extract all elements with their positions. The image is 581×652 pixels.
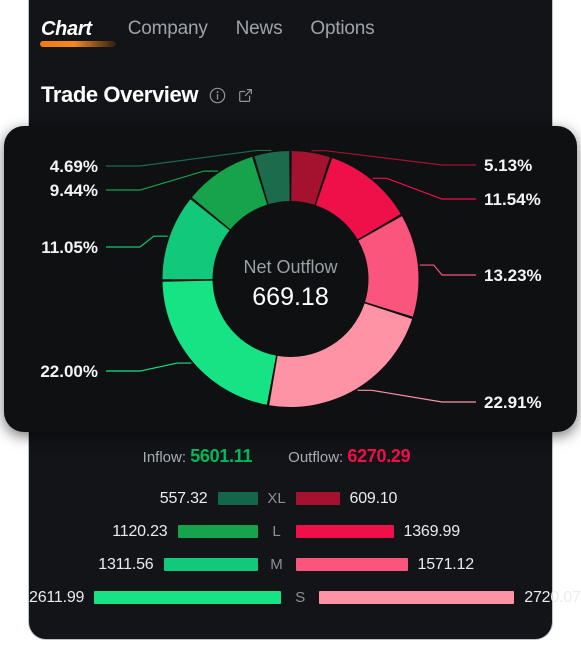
inflow-total-value: 5601.11: [190, 446, 253, 466]
slice-percent-label: 9.44%: [50, 181, 98, 200]
stats-panel: Inflow: 5601.11 Outflow: 6270.29 557.32 X…: [29, 434, 581, 640]
slice-percent-label: 5.13%: [484, 156, 532, 175]
outflow-bar[interactable]: [295, 558, 408, 571]
bar-row-outflow: 609.10: [295, 489, 525, 508]
outflow-bar[interactable]: [295, 492, 340, 505]
brand-underline-accent: [40, 40, 116, 47]
donut-chart-card: 5.13% 11.54% 13.23% 22.91% 4.69% 9.44% 11.05% 2…: [4, 126, 577, 432]
page-title: Trade Overview: [41, 82, 199, 107]
outflow-bar-value: 1571.12: [417, 555, 475, 573]
info-circle-icon[interactable]: [208, 86, 226, 104]
bar-category-label: XL: [267, 490, 286, 507]
slice-percent-label: 4.69%: [50, 157, 98, 176]
inflow-bar[interactable]: [163, 558, 258, 571]
page-title-row: Trade Overview: [41, 82, 254, 108]
slice-percent-label: 13.23%: [484, 266, 542, 285]
donut-center-value: 669.18: [252, 283, 328, 311]
outflow-bar[interactable]: [295, 525, 394, 538]
bar-comparison-list: 557.32 XL 609.10 1120.23 L 1369.99 1311.56 M 157…: [29, 482, 581, 614]
bar-row-inflow: 2611.99: [29, 588, 282, 607]
slice-percent-label: 22.00%: [40, 362, 98, 381]
inflow-bar-value: 1120.23: [112, 522, 168, 540]
inflow-bar-value: 2611.99: [29, 588, 85, 606]
bar-row-outflow: 2720.07: [319, 588, 581, 607]
nav-link-options[interactable]: Options: [296, 18, 388, 40]
inflow-total-label: Inflow:: [142, 449, 187, 466]
leader-line: [372, 177, 476, 200]
share-export-icon[interactable]: [236, 86, 254, 104]
nav-link-company[interactable]: Company: [114, 18, 222, 40]
bar-row: 2611.99 S 2720.07: [29, 581, 581, 614]
donut-slice[interactable]: [269, 303, 413, 407]
bar-category-label: L: [272, 523, 281, 540]
inflow-bar[interactable]: [217, 492, 258, 505]
bar-row-inflow: 1120.23: [29, 523, 258, 541]
leader-line: [419, 264, 476, 276]
screenshot-root: Chart Company News Options Trade Overvie…: [0, 0, 581, 652]
outflow-bar-value: 1369.99: [403, 522, 461, 540]
outflow-total-label: Outflow:: [288, 449, 344, 466]
outflow-total-value: 6270.29: [347, 446, 411, 466]
totals-row: Inflow: 5601.11 Outflow: 6270.29: [29, 446, 524, 467]
bar-row: 557.32 XL 609.10: [29, 482, 524, 515]
outflow-bar-value: 2720.07: [524, 588, 581, 606]
donut-chart[interactable]: 5.13% 11.54% 13.23% 22.91% 4.69% 9.44% 11.05% 2…: [4, 126, 577, 432]
bar-row-outflow: 1369.99: [295, 522, 525, 541]
donut-center-label: Net Outflow: [243, 257, 338, 277]
leader-line: [357, 389, 476, 403]
bar-row-outflow: 1571.12: [295, 555, 525, 574]
nav-link-news[interactable]: News: [222, 18, 297, 40]
inflow-bar[interactable]: [177, 525, 258, 538]
bar-category-label: M: [270, 556, 283, 573]
brand-logo[interactable]: Chart: [40, 17, 116, 47]
bar-row-inflow: 557.32: [29, 490, 258, 508]
slice-percent-label: 22.91%: [484, 393, 542, 412]
slice-percent-label: 11.54%: [484, 190, 541, 209]
bar-row-inflow: 1311.56: [29, 556, 258, 574]
navbar: Chart Company News Options: [29, 0, 552, 58]
inflow-bar-value: 557.32: [159, 489, 208, 507]
leader-line: [106, 235, 168, 248]
slice-percent-label: 11.05%: [41, 238, 98, 257]
inflow-total: Inflow: 5601.11: [143, 446, 253, 467]
inflow-bar-value: 1311.56: [98, 555, 154, 573]
outflow-total: Outflow: 6270.29: [288, 446, 410, 467]
bar-row: 1311.56 M 1571.12: [29, 548, 524, 581]
bar-category-label: S: [295, 589, 306, 606]
outflow-bar[interactable]: [319, 591, 515, 604]
outflow-bar-value: 609.10: [349, 489, 398, 507]
inflow-bar[interactable]: [94, 591, 282, 604]
leader-line: [106, 362, 192, 372]
bar-row: 1120.23 L 1369.99: [29, 515, 524, 548]
leader-line: [106, 170, 218, 191]
brand-label: Chart: [41, 17, 92, 40]
